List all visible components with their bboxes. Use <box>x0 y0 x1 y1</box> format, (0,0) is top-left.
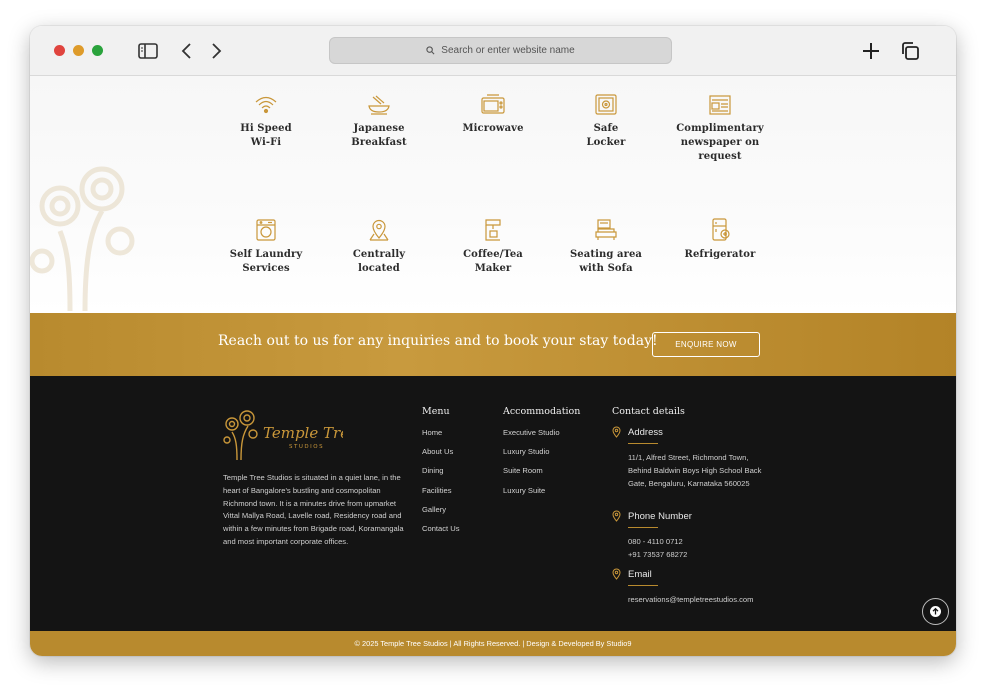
amenity-label-line2: Locker <box>586 137 626 148</box>
accommodation-link-luxury-suite[interactable]: Luxury Suite <box>503 486 560 505</box>
new-tab-icon[interactable] <box>860 40 882 62</box>
copyright-text: © 2025 Temple Tree Studios | All Rights … <box>354 639 632 648</box>
location-pin-icon <box>612 426 621 438</box>
amenity-label-line1: Self Laundry <box>229 249 303 260</box>
amenity-microwave: Microwave <box>438 94 548 136</box>
laundry-icon <box>256 219 276 241</box>
wifi-icon <box>255 96 277 114</box>
menu-link-about[interactable]: About Us <box>422 447 460 466</box>
menu-link-gallery[interactable]: Gallery <box>422 505 460 524</box>
address-placeholder: Search or enter website name <box>441 45 575 56</box>
amenity-label-line1: Complimentary <box>676 123 764 134</box>
scroll-to-top-button[interactable] <box>922 598 949 625</box>
browser-window: Search or enter website name Hi Speed Wi… <box>30 26 956 656</box>
phone-label: Phone Number <box>628 510 692 522</box>
amenity-label-line1: Refrigerator <box>684 249 756 260</box>
contact-email: Email reservations@templetreestudios.com <box>612 568 808 607</box>
location-icon <box>369 219 389 241</box>
menu-links: Home About Us Dining Facilities Gallery … <box>422 428 460 543</box>
about-text: Temple Tree Studios is situated in a qui… <box>223 473 404 546</box>
menu-link-facilities[interactable]: Facilities <box>422 486 460 505</box>
safe-icon <box>595 94 617 115</box>
enquire-now-button[interactable]: ENQUIRE NOW <box>652 332 760 357</box>
tree-watermark-icon <box>30 166 135 311</box>
cta-banner: Reach out to us for any inquiries and to… <box>30 313 956 376</box>
amenity-label-line3: request <box>698 151 742 162</box>
amenity-label-line1: Microwave <box>462 123 524 134</box>
copyright-bar: © 2025 Temple Tree Studios | All Rights … <box>30 631 956 656</box>
temple-tree-logo[interactable]: Temple Tree STUDIOS <box>223 406 343 462</box>
amenity-wifi: Hi Speed Wi-Fi <box>211 94 321 150</box>
amenity-coffee-maker: Coffee/Tea Maker <box>438 218 548 276</box>
accommodation-link-executive-studio[interactable]: Executive Studio <box>503 428 560 447</box>
amenity-label-line2: Maker <box>474 263 512 274</box>
breakfast-icon <box>368 95 390 115</box>
close-window-button[interactable] <box>54 45 65 56</box>
amenity-label-line2: with Sofa <box>579 263 633 274</box>
amenity-label-line2: Services <box>242 263 290 274</box>
sidebar-icon[interactable] <box>137 40 159 62</box>
amenity-label-line1: Hi Speed <box>240 123 292 134</box>
microwave-icon <box>481 94 505 114</box>
amenity-label-line1: Centrally <box>352 249 406 260</box>
forward-icon[interactable] <box>205 40 227 62</box>
amenity-safe-locker: Safe Locker <box>551 94 661 150</box>
maximize-window-button[interactable] <box>92 45 103 56</box>
amenity-breakfast: Japanese Breakfast <box>324 94 434 150</box>
amenity-label-line1: Seating area <box>569 249 642 260</box>
sofa-icon <box>595 219 617 240</box>
contact-phone: Phone Number 080 - 4110 0712 +91 73537 6… <box>612 510 768 562</box>
amenity-label-line2: located <box>358 263 400 274</box>
amenity-label-line1: Safe <box>593 123 619 134</box>
amenity-refrigerator: Refrigerator <box>665 218 775 262</box>
refrigerator-icon <box>712 218 730 241</box>
search-icon <box>426 46 435 55</box>
menu-link-dining[interactable]: Dining <box>422 466 460 485</box>
email-label: Email <box>628 568 652 580</box>
phone-value-2[interactable]: +91 73537 68272 <box>628 549 768 562</box>
amenity-laundry: Self Laundry Services <box>211 218 321 276</box>
accommodation-link-luxury-studio[interactable]: Luxury Studio <box>503 447 560 466</box>
minimize-window-button[interactable] <box>73 45 84 56</box>
divider <box>628 527 658 528</box>
amenity-location: Centrally located <box>324 218 434 276</box>
amenity-sofa: Seating area with Sofa <box>551 218 661 276</box>
accommodation-links: Executive Studio Luxury Studio Suite Roo… <box>503 428 560 505</box>
menu-link-home[interactable]: Home <box>422 428 460 447</box>
menu-title: Menu <box>422 406 450 417</box>
location-pin-icon <box>612 568 621 580</box>
newspaper-icon <box>709 95 731 115</box>
address-bar[interactable]: Search or enter website name <box>329 37 672 64</box>
accommodation-title: Accommodation <box>503 406 581 417</box>
address-value: 11/1, Alfred Street, Richmond Town, Behi… <box>628 453 762 488</box>
amenity-newspaper: Complimentary newspaper on request <box>665 94 775 164</box>
email-value[interactable]: reservations@templetreestudios.com <box>628 594 808 607</box>
arrow-up-icon <box>930 606 941 617</box>
amenity-label-line1: Japanese <box>353 123 405 134</box>
accommodation-link-suite-room[interactable]: Suite Room <box>503 466 560 485</box>
tabs-icon[interactable] <box>899 40 921 62</box>
browser-toolbar: Search or enter website name <box>30 26 956 76</box>
amenity-label-line2: Wi-Fi <box>250 137 282 148</box>
phone-value-1[interactable]: 080 - 4110 0712 <box>628 536 768 549</box>
amenity-label-line1: Coffee/Tea <box>463 249 523 260</box>
divider <box>628 585 658 586</box>
menu-link-contact[interactable]: Contact Us <box>422 524 460 543</box>
footer: Temple Tree STUDIOS Temple Tree Studios … <box>30 376 956 631</box>
divider <box>628 443 658 444</box>
logo-text: Temple Tree <box>263 424 343 442</box>
contact-address: Address 11/1, Alfred Street, Richmond To… <box>612 426 768 490</box>
address-label: Address <box>628 426 663 438</box>
amenity-label-line2: Breakfast <box>351 137 407 148</box>
cta-text: Reach out to us for any inquiries and to… <box>218 333 658 349</box>
location-pin-icon <box>612 510 621 522</box>
contact-title: Contact details <box>612 406 685 417</box>
web-page: Hi Speed Wi-Fi Japanese Breakfast Microwav… <box>30 76 956 656</box>
coffee-maker-icon <box>485 219 501 241</box>
logo-subtext: STUDIOS <box>289 444 324 450</box>
amenity-label-line2: newspaper on <box>680 137 760 148</box>
amenities-section: Hi Speed Wi-Fi Japanese Breakfast Microwav… <box>30 76 956 313</box>
back-icon[interactable] <box>176 40 198 62</box>
